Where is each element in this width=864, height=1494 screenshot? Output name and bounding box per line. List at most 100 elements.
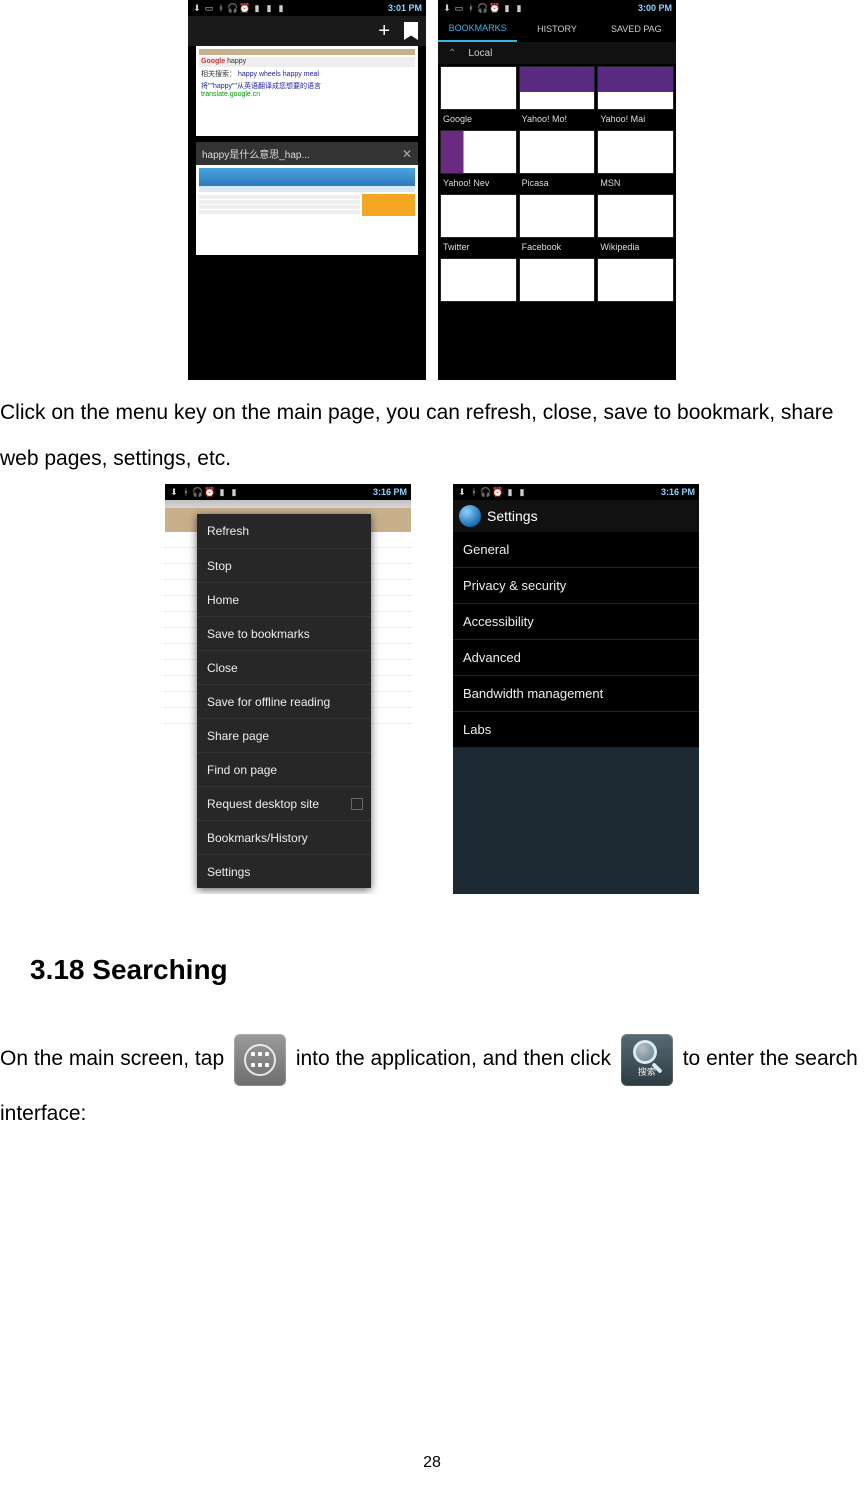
text-segment: On the main screen, tap: [0, 1048, 224, 1071]
translate-line: 将""happy""从英语翻译成您想要的语言: [199, 81, 415, 91]
bookmarks-tab-bar: BOOKMARKS HISTORY SAVED PAG: [438, 16, 676, 42]
signal-icon: ▮: [264, 3, 274, 13]
download-icon: ⬇: [169, 487, 179, 497]
page-number: 28: [0, 1454, 864, 1472]
alarm-icon: ⏰: [493, 487, 503, 497]
tab-saved-pages[interactable]: SAVED PAG: [597, 16, 676, 42]
settings-labs[interactable]: Labs: [453, 712, 699, 748]
battery-icon: ▮: [514, 3, 524, 13]
section-heading: 3.18 Searching: [30, 954, 864, 986]
screenshot-browser-menu: ⬇ ᚼ 🎧 ⏰ ▮ ▮ 3:16 PM Refresh: [165, 484, 411, 894]
settings-general[interactable]: General: [453, 532, 699, 568]
menu-close[interactable]: Close: [197, 650, 371, 684]
bookmark-item[interactable]: Wikipedia: [597, 194, 674, 256]
alarm-icon: ⏰: [240, 3, 250, 13]
menu-settings[interactable]: Settings: [197, 854, 371, 888]
bookmark-item[interactable]: Google: [440, 66, 517, 128]
menu-label: Request desktop site: [207, 797, 319, 811]
bookmark-item[interactable]: [440, 258, 517, 320]
menu-stop[interactable]: Stop: [197, 548, 371, 582]
apps-launcher-icon: [234, 1034, 286, 1086]
bluetooth-icon: ᚼ: [216, 3, 226, 13]
headphones-icon: 🎧: [193, 487, 203, 497]
close-tab-icon[interactable]: ✕: [402, 147, 412, 161]
tab-search-text: happy: [227, 58, 246, 65]
related-link: happy meal: [283, 71, 319, 78]
status-time: 3:16 PM: [373, 487, 407, 497]
menu-home[interactable]: Home: [197, 582, 371, 616]
bookmark-item[interactable]: Facebook: [519, 194, 596, 256]
bookmark-item[interactable]: [597, 258, 674, 320]
searching-instruction: On the main screen, tap into the applica…: [0, 1032, 864, 1142]
status-time: 3:16 PM: [661, 487, 695, 497]
bookmark-item[interactable]: Yahoo! Nev: [440, 130, 517, 192]
menu-save-offline[interactable]: Save for offline reading: [197, 684, 371, 718]
signal-icon: ▮: [502, 3, 512, 13]
sim-icon: ▭: [454, 3, 464, 13]
status-bar: ⬇ ᚼ 🎧 ⏰ ▮ ▮ 3:16 PM: [453, 484, 699, 500]
download-icon: ⬇: [192, 3, 202, 13]
menu-request-desktop[interactable]: Request desktop site: [197, 786, 371, 820]
menu-find[interactable]: Find on page: [197, 752, 371, 786]
bookmark-item[interactable]: Yahoo! Mo!: [519, 66, 596, 128]
menu-refresh[interactable]: Refresh: [197, 514, 371, 548]
local-label: Local: [468, 48, 492, 59]
settings-list: General Privacy & security Accessibility…: [453, 532, 699, 748]
screenshot-bookmarks: ⬇ ▭ ᚼ 🎧 ⏰ ▮ ▮ 3:00 PM BOOKMARKS HISTORY …: [438, 0, 676, 380]
battery-icon: ▮: [517, 487, 527, 497]
headphones-icon: 🎧: [228, 3, 238, 13]
checkbox-icon: [351, 798, 363, 810]
status-time: 3:01 PM: [388, 3, 422, 13]
screenshot-browser-tabs: ⬇ ▭ ᚼ 🎧 ⏰ ▮ ▮ ▮ 3:01 PM +: [188, 0, 426, 380]
bookmark-item[interactable]: Yahoo! Mai: [597, 66, 674, 128]
new-tab-icon[interactable]: +: [378, 20, 390, 43]
tab-bookmarks[interactable]: BOOKMARKS: [438, 16, 517, 42]
bookmarks-grid: Google Yahoo! Mo! Yahoo! Mai Yahoo! Nev …: [438, 64, 676, 322]
bluetooth-icon: ᚼ: [181, 487, 191, 497]
signal-icon: ▮: [505, 487, 515, 497]
battery-icon: ▮: [276, 3, 286, 13]
tab-title-bar: happy是什么意思_hap... ✕: [196, 142, 418, 165]
settings-title: Settings: [487, 508, 538, 524]
bookmark-item[interactable]: MSN: [597, 130, 674, 192]
bookmark-item[interactable]: Picasa: [519, 130, 596, 192]
tab-switcher-bar: +: [188, 16, 426, 46]
settings-bandwidth[interactable]: Bandwidth management: [453, 676, 699, 712]
tab-history[interactable]: HISTORY: [517, 16, 596, 42]
bookmark-item[interactable]: Twitter: [440, 194, 517, 256]
battery-icon: ▮: [229, 487, 239, 497]
translate-url: translate.google.cn: [199, 91, 415, 98]
instruction-text: Click on the menu key on the main page, …: [0, 390, 864, 482]
status-time: 3:00 PM: [638, 3, 672, 13]
settings-advanced[interactable]: Advanced: [453, 640, 699, 676]
status-bar: ⬇ ▭ ᚼ 🎧 ⏰ ▮ ▮ 3:00 PM: [438, 0, 676, 16]
menu-bookmarks-history[interactable]: Bookmarks/History: [197, 820, 371, 854]
bluetooth-icon: ᚼ: [466, 3, 476, 13]
bookmark-icon[interactable]: [404, 22, 418, 40]
search-app-icon: 搜索: [621, 1034, 673, 1086]
bookmarks-local-row[interactable]: ⌃ Local: [438, 42, 676, 64]
related-link: happy wheels: [238, 71, 281, 78]
browser-overflow-menu: Refresh Stop Home Save to bookmarks Clos…: [197, 514, 371, 888]
menu-share[interactable]: Share page: [197, 718, 371, 752]
bluetooth-icon: ᚼ: [469, 487, 479, 497]
settings-empty: [453, 748, 699, 894]
bookmark-item[interactable]: [519, 258, 596, 320]
alarm-icon: ⏰: [205, 487, 215, 497]
settings-accessibility[interactable]: Accessibility: [453, 604, 699, 640]
menu-save-bookmarks[interactable]: Save to bookmarks: [197, 616, 371, 650]
headphones-icon: 🎧: [478, 3, 488, 13]
tab-thumbnail: Google happy 相关搜索： happy wheels happy me…: [196, 46, 418, 136]
settings-header[interactable]: Settings: [453, 500, 699, 532]
search-icon-label: 搜索: [621, 1061, 673, 1084]
screenshot-browser-settings: ⬇ ᚼ 🎧 ⏰ ▮ ▮ 3:16 PM Settings General Pri…: [453, 484, 699, 894]
tab-thumbnail: [196, 165, 418, 255]
related-label: 相关搜索：: [201, 71, 236, 78]
alarm-icon: ⏰: [490, 3, 500, 13]
tab-preview[interactable]: happy是什么意思_hap... ✕: [196, 142, 418, 255]
tab-preview[interactable]: Google happy 相关搜索： happy wheels happy me…: [196, 46, 418, 136]
globe-icon: [459, 505, 481, 527]
download-icon: ⬇: [457, 487, 467, 497]
settings-privacy[interactable]: Privacy & security: [453, 568, 699, 604]
headphones-icon: 🎧: [481, 487, 491, 497]
